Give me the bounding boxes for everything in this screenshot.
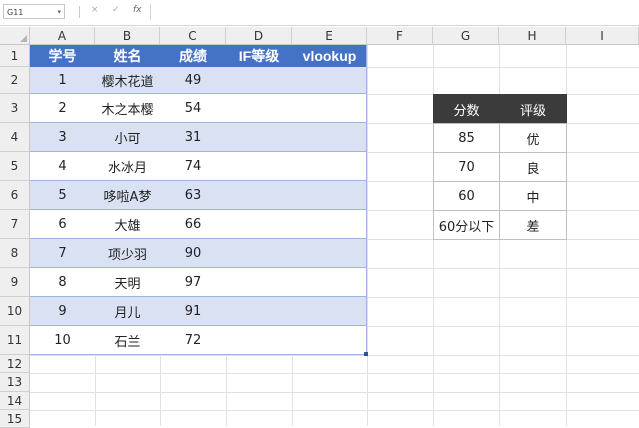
column-header-f[interactable]: F bbox=[367, 27, 433, 45]
row-header-9[interactable]: 9 bbox=[0, 268, 30, 297]
row-header-1[interactable]: 1 bbox=[0, 45, 30, 67]
column-header-i[interactable]: I bbox=[566, 27, 639, 45]
chevron-down-icon[interactable]: ▾ bbox=[57, 5, 61, 20]
table-outline bbox=[30, 45, 367, 355]
fx-icon[interactable]: fx bbox=[133, 5, 142, 15]
column-header-a[interactable]: A bbox=[30, 27, 95, 45]
column-header-b[interactable]: B bbox=[95, 27, 160, 45]
row-header-3[interactable]: 3 bbox=[0, 94, 30, 123]
select-all-corner[interactable] bbox=[0, 27, 30, 45]
gridline bbox=[30, 392, 639, 393]
toolbar-divider bbox=[79, 6, 80, 18]
row-header-11[interactable]: 11 bbox=[0, 326, 30, 355]
row-header-4[interactable]: 4 bbox=[0, 123, 30, 152]
grade-table-cell[interactable]: 优 bbox=[499, 123, 567, 153]
row-header-12[interactable]: 12 bbox=[0, 355, 30, 373]
row-header-13[interactable]: 13 bbox=[0, 373, 30, 392]
grade-table-cell[interactable]: 中 bbox=[499, 181, 567, 211]
enter-icon[interactable]: ✓ bbox=[112, 5, 120, 15]
grade-table-cell[interactable]: 60 bbox=[433, 181, 500, 211]
formula-input[interactable] bbox=[150, 4, 637, 20]
column-header-h[interactable]: H bbox=[499, 27, 566, 45]
column-header-c[interactable]: C bbox=[160, 27, 226, 45]
row-header-2[interactable]: 2 bbox=[0, 67, 30, 94]
gridline bbox=[30, 373, 639, 374]
row-header-10[interactable]: 10 bbox=[0, 297, 30, 326]
grade-table-cell[interactable]: 85 bbox=[433, 123, 500, 153]
gridline bbox=[30, 355, 639, 356]
row-header-14[interactable]: 14 bbox=[0, 392, 30, 410]
grade-table-cell[interactable]: 60分以下 bbox=[433, 210, 500, 240]
grade-table-cell[interactable]: 差 bbox=[499, 210, 567, 240]
gridline bbox=[367, 45, 368, 426]
row-header-7[interactable]: 7 bbox=[0, 210, 30, 239]
grade-table-cell[interactable]: 70 bbox=[433, 152, 500, 182]
cancel-icon[interactable]: × bbox=[91, 5, 99, 15]
formula-bar: G11 ▾ × ✓ fx bbox=[0, 0, 639, 26]
gridline bbox=[30, 410, 639, 411]
row-header-5[interactable]: 5 bbox=[0, 152, 30, 181]
column-header-g[interactable]: G bbox=[433, 27, 499, 45]
row-header-8[interactable]: 8 bbox=[0, 239, 30, 268]
name-box-value: G11 bbox=[7, 8, 24, 17]
column-header-d[interactable]: D bbox=[226, 27, 292, 45]
name-box[interactable]: G11 ▾ bbox=[3, 4, 65, 19]
grade-table-header[interactable]: 分数 bbox=[433, 94, 500, 124]
column-header-e[interactable]: E bbox=[292, 27, 367, 45]
grade-table-header[interactable]: 评级 bbox=[499, 94, 567, 124]
grade-table-cell[interactable]: 良 bbox=[499, 152, 567, 182]
row-header-6[interactable]: 6 bbox=[0, 181, 30, 210]
row-header-15[interactable]: 15 bbox=[0, 410, 30, 428]
table-resize-handle[interactable] bbox=[364, 352, 368, 356]
